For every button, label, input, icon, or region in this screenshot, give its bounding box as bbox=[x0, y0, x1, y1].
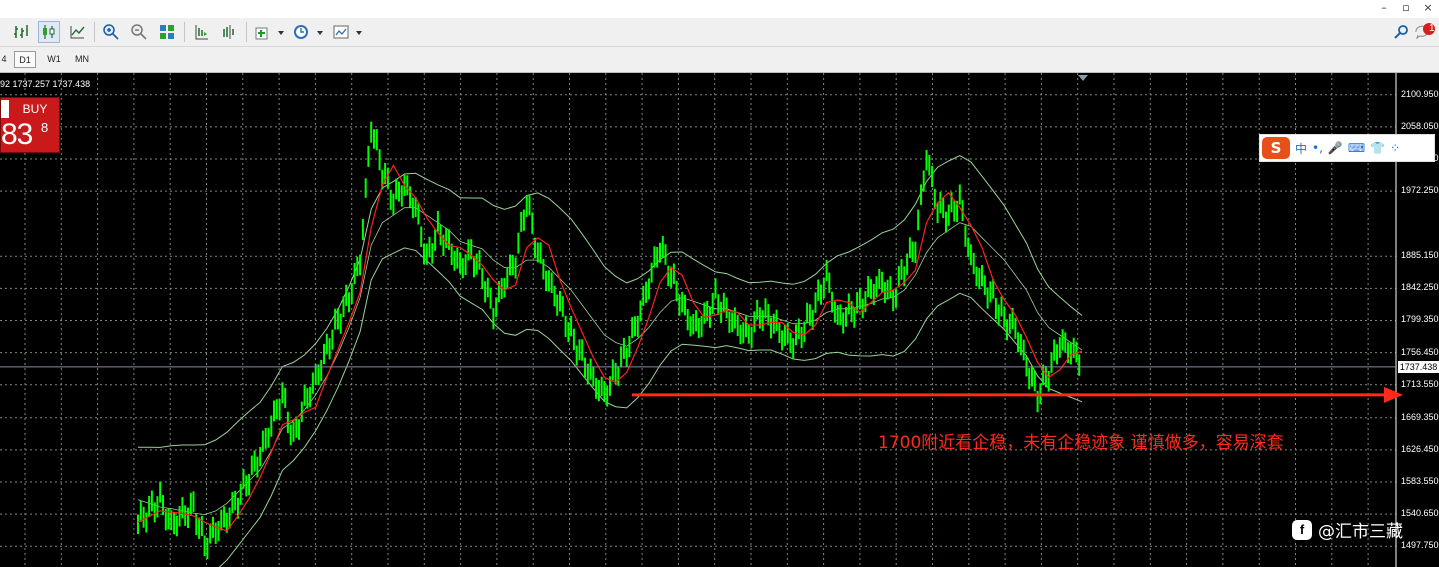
facebook-icon: f bbox=[1292, 519, 1312, 540]
ime-voice-icon[interactable]: 🎤 bbox=[1328, 141, 1343, 155]
buy-button[interactable]: BUY bbox=[13, 100, 57, 118]
current-price-label: 1737.438 bbox=[1398, 360, 1439, 373]
notification-count: 1 bbox=[1429, 23, 1435, 34]
price-tick-label: 1540.650 bbox=[1401, 508, 1439, 519]
ime-chinese-mode[interactable]: 中 bbox=[1295, 140, 1307, 157]
timeframe-bar: 4 D1 W1 MN bbox=[0, 47, 1439, 73]
price-tick-label: 1669.350 bbox=[1401, 411, 1439, 422]
price-tick-label: 1756.450 bbox=[1401, 346, 1439, 357]
price-tick-label: 1885.150 bbox=[1401, 250, 1439, 261]
price-tick-label: 1626.450 bbox=[1401, 443, 1439, 454]
price-tick-label: 1583.550 bbox=[1401, 476, 1439, 486]
bar-chart-icon[interactable] bbox=[10, 21, 32, 43]
minimize-button[interactable]: – bbox=[1377, 1, 1391, 14]
tab-timeframe-mn[interactable]: MN bbox=[70, 51, 94, 68]
candlestick-icon[interactable] bbox=[38, 21, 60, 43]
tab-timeframe-w1[interactable]: W1 bbox=[42, 51, 66, 68]
tab-timeframe-h4[interactable]: 4 bbox=[0, 51, 8, 68]
templates-icon[interactable] bbox=[330, 21, 352, 43]
line-chart-icon[interactable] bbox=[66, 21, 88, 43]
price-tick-label: 1799.350 bbox=[1401, 314, 1439, 325]
sell-panel-edge bbox=[1, 100, 9, 118]
price-tick-label: 1497.750 bbox=[1401, 540, 1439, 551]
chart-annotation: 1700附近看企稳，未有企稳迹象 谨慎做多，容易深套 bbox=[878, 433, 1284, 453]
zoom-out-icon[interactable] bbox=[128, 21, 150, 43]
sogou-logo-icon[interactable]: S bbox=[1262, 137, 1290, 159]
price-tick-label: 1713.550 bbox=[1401, 378, 1439, 389]
price-tick-label: 2100.950 bbox=[1401, 88, 1439, 99]
restore-button[interactable]: ▫ bbox=[1399, 1, 1413, 14]
tile-windows-icon[interactable] bbox=[156, 21, 178, 43]
buy-price-superscript: 8 bbox=[41, 120, 49, 135]
search-icon[interactable] bbox=[1391, 21, 1413, 43]
indicators-icon[interactable] bbox=[252, 21, 274, 43]
tab-timeframe-d1[interactable]: D1 bbox=[14, 51, 36, 68]
price-tick-label: 1842.250 bbox=[1401, 282, 1439, 293]
autoscroll-icon[interactable] bbox=[190, 21, 212, 43]
ime-tools-icon[interactable]: ⁘ bbox=[1390, 141, 1400, 155]
ime-keyboard-icon[interactable]: ⌨ bbox=[1348, 141, 1365, 155]
price-tick-label: 1972.250 bbox=[1401, 185, 1439, 196]
notifications-icon[interactable]: 1 bbox=[1414, 21, 1436, 43]
price-tick-label: 2058.050 bbox=[1401, 120, 1439, 131]
close-button[interactable]: × bbox=[1421, 1, 1435, 14]
buy-price-big: 83 bbox=[1, 118, 33, 151]
support-arrow-head bbox=[1384, 386, 1403, 403]
watermark: f @汇市三藏 bbox=[1292, 517, 1403, 542]
ohlc-info-line: 92 1737.257 1737.438 bbox=[0, 79, 91, 89]
chart-shift-icon[interactable] bbox=[218, 21, 240, 43]
periods-icon[interactable] bbox=[290, 21, 312, 43]
price-chart[interactable]: 92 1737.257 1737.438 BUY 83 8 2100.950 20… bbox=[0, 73, 1439, 567]
one-click-buy-panel[interactable]: BUY 83 8 bbox=[0, 97, 60, 153]
window-controls: – ▫ × bbox=[1377, 1, 1435, 14]
toolbar: 1 bbox=[0, 18, 1439, 47]
chart-shift-marker bbox=[1078, 75, 1088, 81]
ime-toolbar[interactable]: S 中 •, 🎤 ⌨ 👕 ⁘ bbox=[1259, 134, 1435, 162]
watermark-text: @汇市三藏 bbox=[1318, 522, 1403, 542]
chart-canvas bbox=[0, 73, 1403, 567]
zoom-in-icon[interactable] bbox=[100, 21, 122, 43]
ime-skin-icon[interactable]: 👕 bbox=[1370, 141, 1385, 155]
title-bar: – ▫ × bbox=[0, 0, 1439, 18]
ime-punctuation[interactable]: •, bbox=[1312, 141, 1323, 155]
